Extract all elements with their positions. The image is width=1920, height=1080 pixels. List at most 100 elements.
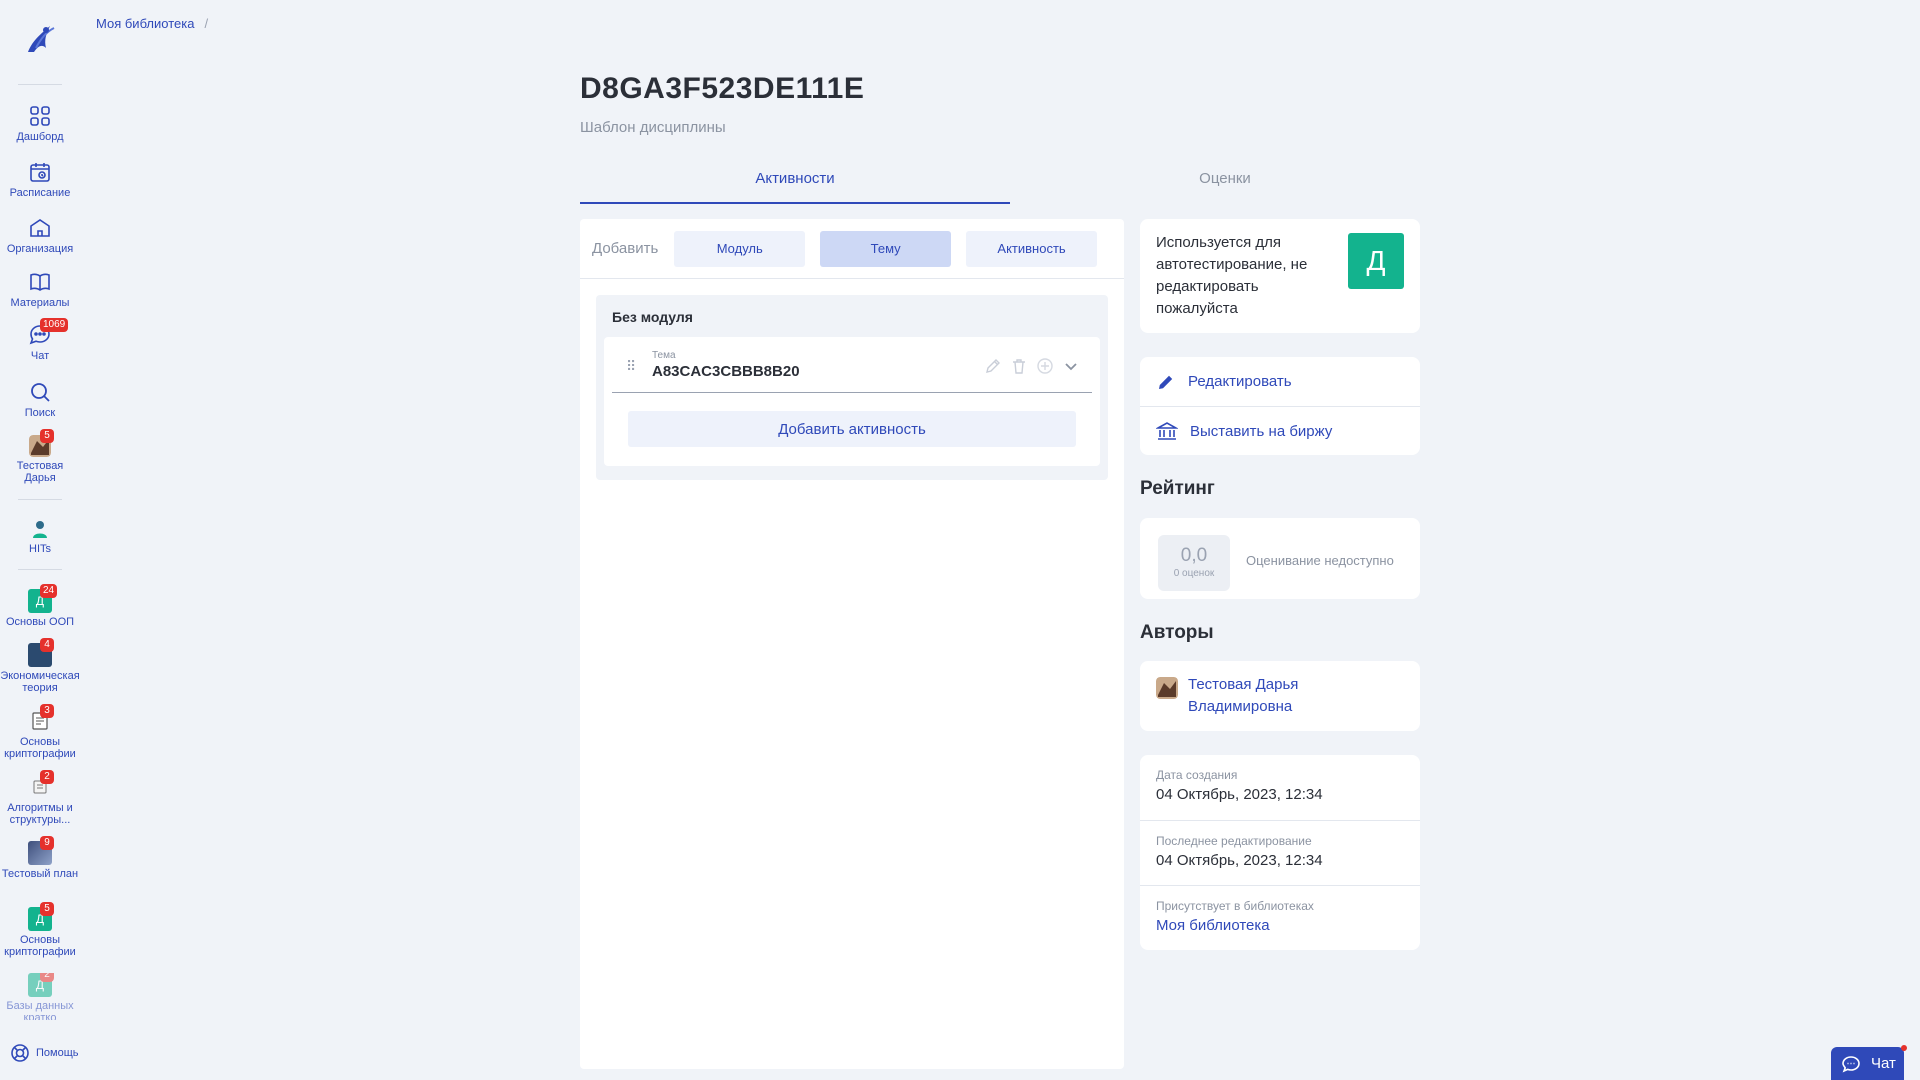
activities-panel: Добавить Модуль Тему Активность Без моду… [580, 219, 1124, 1069]
trash-icon[interactable] [1010, 357, 1028, 375]
logo-icon[interactable] [22, 18, 58, 58]
publish-to-exchange-button[interactable]: Выставить на биржу [1140, 406, 1420, 455]
sidebar-item-organization[interactable]: Организация [0, 216, 80, 255]
library-link[interactable]: Моя библиотека [1156, 917, 1404, 934]
chat-bubble-icon [1842, 1055, 1860, 1072]
notice-card: Используется для автотестирование, не ре… [1140, 219, 1420, 333]
course-label: Основы ООП [5, 616, 75, 628]
add-activity-button[interactable]: Активность [966, 230, 1098, 267]
module-block: Без модуля ⠿ Тема A83CAC3CBBB8B20 Добави… [596, 295, 1108, 480]
drag-handle-icon[interactable]: ⠿ [626, 359, 636, 373]
sidebar-divider [18, 569, 62, 570]
add-topic-button[interactable]: Тему [820, 230, 952, 267]
building-icon [30, 219, 50, 237]
author-avatar [1156, 677, 1178, 699]
course-label: Основы криптографии [4, 934, 76, 958]
sidebar-item-label: Тестовая Дарья [16, 460, 64, 484]
help-label: Помощь [36, 1047, 79, 1059]
info-row-edited: Последнее редактирование 04 Октябрь, 202… [1140, 820, 1420, 885]
rating-value: 0,0 [1180, 545, 1208, 566]
sidebar: Дашборд Расписание Организация Материалы… [0, 0, 80, 1080]
authors-card: Тестовая Дарья Владимировна [1140, 661, 1420, 731]
add-activity-to-topic-button[interactable]: Добавить активность [628, 411, 1076, 447]
notification-badge: 9 [40, 836, 54, 850]
sidebar-course-algorithms[interactable]: Алгоритмы и структуры... 2 [0, 770, 80, 826]
info-value: 04 Октябрь, 2023, 12:34 [1156, 786, 1323, 803]
info-value: 04 Октябрь, 2023, 12:34 [1156, 852, 1323, 869]
sidebar-course-databases[interactable]: Д Базы данных кратко 2 [0, 973, 80, 1020]
topic-kicker: Тема [652, 350, 676, 361]
discipline-avatar: Д [1348, 233, 1404, 289]
pencil-icon[interactable] [984, 357, 1002, 375]
tab-activities[interactable]: Активности [580, 160, 1010, 204]
add-label: Добавить [592, 240, 659, 257]
sidebar-course-oop[interactable]: Д Основы ООП 24 [0, 584, 80, 628]
add-circle-icon[interactable] [1036, 357, 1054, 375]
tabs: Активности Оценки [580, 160, 1440, 204]
sidebar-item-search[interactable]: Поиск [0, 380, 80, 419]
info-card: Дата создания 04 Октябрь, 2023, 12:34 По… [1140, 755, 1420, 950]
course-label: Базы данных кратко [6, 1000, 74, 1020]
dashboard-icon [30, 106, 50, 126]
add-module-button[interactable]: Модуль [674, 230, 806, 267]
notification-badge: 3 [40, 704, 54, 718]
chat-widget-button[interactable]: Чат [1831, 1047, 1904, 1080]
book-icon [30, 273, 50, 291]
info-key: Дата создания [1156, 768, 1238, 782]
course-label: Экономическая теория [0, 670, 80, 694]
info-row-libraries: Присутствует в библиотеках Моя библиотек… [1140, 885, 1420, 950]
sidebar-item-materials[interactable]: Материалы [0, 270, 80, 309]
page-title: D8GA3F523DE111E [580, 72, 865, 105]
topic-name: A83CAC3CBBB8B20 [652, 363, 800, 380]
breadcrumb-link[interactable]: Моя библиотека [96, 16, 194, 31]
add-toolbar: Добавить Модуль Тему Активность [580, 219, 1124, 279]
breadcrumb-separator: / [204, 16, 209, 31]
sidebar-item-dashboard[interactable]: Дашборд [0, 104, 80, 143]
help-link[interactable]: Помощь [10, 1043, 79, 1063]
rating-heading: Рейтинг [1140, 478, 1215, 499]
search-icon [31, 383, 50, 402]
sidebar-item-hits[interactable]: HITs [0, 518, 80, 555]
sidebar-item-schedule[interactable]: Расписание [0, 160, 80, 199]
sidebar-item-label: Поиск [24, 407, 56, 419]
sidebar-item-label: Расписание [9, 187, 71, 199]
hits-icon [33, 521, 47, 538]
topic-row[interactable]: ⠿ Тема A83CAC3CBBB8B20 [612, 337, 1092, 393]
author-link[interactable]: Тестовая Дарья Владимировна [1188, 674, 1328, 718]
lifebuoy-icon [11, 1044, 29, 1062]
course-label: Тестовый план [1, 868, 79, 880]
sidebar-item-label: Чат [30, 350, 50, 362]
course-label: Основы криптографии [4, 736, 76, 760]
sidebar-course-crypto-2[interactable]: Д Основы криптографии 5 [0, 902, 80, 958]
rating-note: Оценивание недоступно [1246, 553, 1394, 568]
chat-widget-label: Чат [1871, 1055, 1896, 1072]
unread-badge: 1069 [40, 318, 69, 332]
topic-actions [984, 357, 1080, 375]
info-key: Присутствует в библиотеках [1156, 899, 1314, 913]
notification-badge: 5 [40, 429, 54, 443]
rating-score-box: 0,0 0 оценок [1158, 535, 1230, 591]
sidebar-item-label: Организация [6, 243, 74, 255]
sidebar-divider [18, 84, 62, 85]
edit-label: Редактировать [1188, 373, 1292, 390]
pencil-icon [1159, 375, 1173, 389]
sidebar-item-chat[interactable]: Чат 1069 [0, 318, 80, 362]
sidebar-divider [18, 499, 62, 500]
module-title: Без модуля [612, 309, 693, 325]
publish-label: Выставить на биржу [1190, 422, 1333, 440]
sidebar-course-test-plan[interactable]: Тестовый план 9 [0, 836, 80, 880]
notification-badge: 2 [40, 973, 54, 982]
notification-badge: 4 [40, 638, 54, 652]
tab-grades[interactable]: Оценки [1010, 160, 1440, 204]
edit-button[interactable]: Редактировать [1140, 357, 1420, 406]
sidebar-course-economics[interactable]: Экономическая теория 4 [0, 638, 80, 694]
topic-card: ⠿ Тема A83CAC3CBBB8B20 Добавить активнос… [604, 337, 1100, 466]
rating-count: 0 оценок [1173, 568, 1215, 579]
calendar-icon [30, 163, 50, 182]
page-subtitle: Шаблон дисциплины [580, 119, 726, 136]
sidebar-item-profile[interactable]: Тестовая Дарья 5 [0, 429, 80, 484]
sidebar-course-crypto[interactable]: Основы криптографии 3 [0, 704, 80, 760]
notice-text: Используется для автотестирование, не ре… [1156, 234, 1308, 317]
chevron-down-icon[interactable] [1062, 357, 1080, 375]
sidebar-item-label: Материалы [10, 297, 70, 309]
